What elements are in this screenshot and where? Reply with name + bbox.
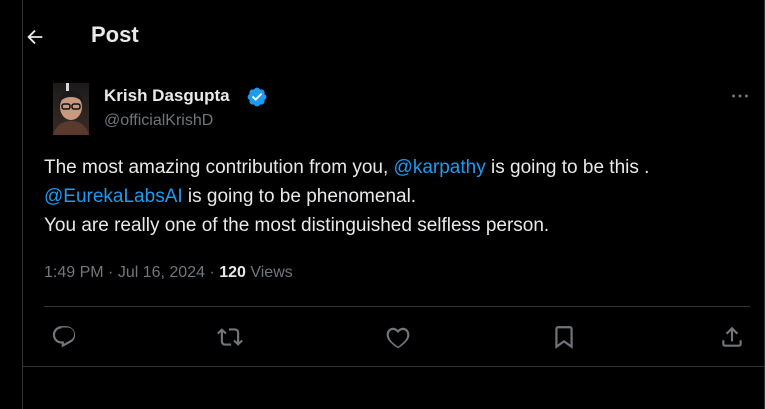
- verified-badge-icon: [247, 87, 267, 107]
- reply-button[interactable]: [51, 324, 77, 350]
- post-date[interactable]: Jul 16, 2024: [118, 264, 205, 281]
- reply-icon: [52, 326, 76, 348]
- bookmark-icon: [555, 326, 573, 349]
- share-button[interactable]: [719, 324, 745, 350]
- more-button[interactable]: [729, 85, 751, 107]
- page-title: Post: [91, 22, 139, 47]
- share-icon: [722, 326, 742, 347]
- arrow-left-icon: [27, 29, 43, 45]
- bookmark-button[interactable]: [551, 324, 577, 350]
- action-bar: [44, 320, 750, 356]
- heart-icon: [386, 327, 410, 349]
- repost-button[interactable]: [217, 324, 243, 350]
- author-name[interactable]: Krish Dasgupta: [104, 86, 230, 106]
- post-line-2: @EurekaLabsAI is going to be phenomenal.: [44, 186, 417, 207]
- more-horizontal-icon: [732, 94, 748, 98]
- post-text: The most amazing contribution from you, …: [44, 153, 744, 240]
- mention-link[interactable]: @EurekaLabsAI: [44, 186, 183, 207]
- divider: [44, 306, 750, 307]
- views-count: 120: [219, 264, 246, 281]
- repost-icon: [217, 328, 243, 346]
- divider: [23, 366, 764, 367]
- left-column-border: [22, 0, 23, 409]
- post-line-1: The most amazing contribution from you, …: [44, 157, 650, 178]
- mention-link[interactable]: @karpathy: [394, 157, 486, 178]
- author-handle[interactable]: @officialKrishD: [104, 112, 213, 130]
- post-meta: 1:49 PM · Jul 16, 2024 · 120 Views: [44, 264, 293, 281]
- post-time[interactable]: 1:49 PM: [44, 264, 104, 281]
- back-button[interactable]: [20, 22, 50, 52]
- post-line-3: You are really one of the most distingui…: [44, 215, 550, 236]
- views-label: Views: [245, 264, 293, 281]
- avatar[interactable]: [53, 83, 89, 135]
- like-button[interactable]: [385, 324, 411, 350]
